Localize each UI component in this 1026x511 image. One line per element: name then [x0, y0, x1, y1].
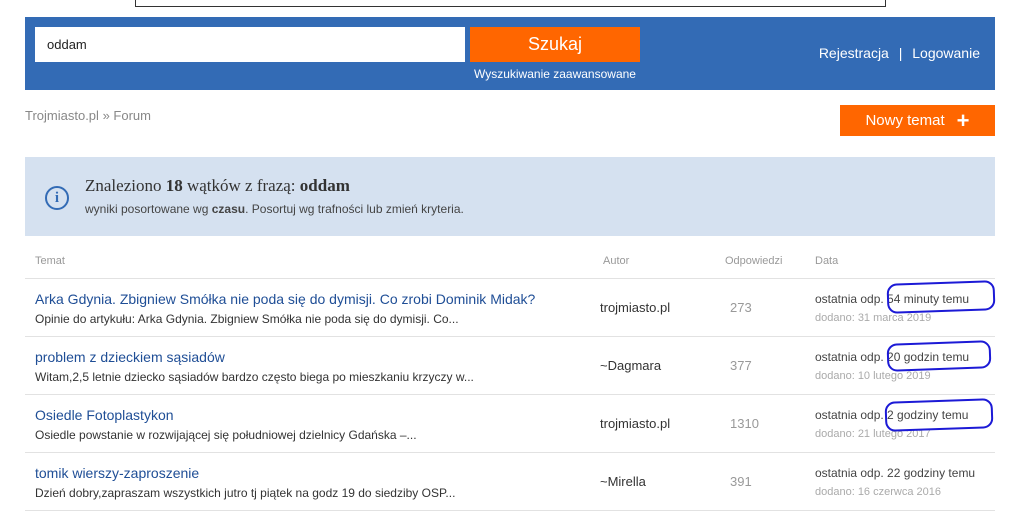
result-summary: Znaleziono 18 wątków z frazą: oddam — [85, 176, 350, 196]
table-row: problem z dzieckiem sąsiadów Witam,2,5 l… — [25, 337, 995, 395]
thread-replies: 273 — [730, 300, 752, 315]
search-input[interactable] — [35, 27, 465, 62]
thread-title[interactable]: Arka Gdynia. Zbigniew Smółka nie poda si… — [35, 291, 535, 307]
breadcrumb-forum[interactable]: Forum — [113, 108, 151, 123]
thread-last-reply[interactable]: ostatnia odp. 54 minuty temu — [815, 292, 969, 306]
login-link[interactable]: Logowanie — [912, 45, 980, 61]
column-topic: Temat — [35, 255, 65, 267]
thread-title[interactable]: problem z dzieckiem sąsiadów — [35, 349, 225, 365]
summary-middle: wątków z frazą: — [186, 176, 296, 195]
thread-snippet: Dzień dobry,zapraszam wszystkich jutro t… — [35, 486, 456, 500]
thread-author[interactable]: ~Dagmara — [600, 358, 661, 373]
thread-replies: 1310 — [730, 416, 759, 431]
new-topic-button[interactable]: Nowy temat + — [840, 105, 995, 136]
search-button[interactable]: Szukaj — [470, 27, 640, 62]
auth-separator: | — [898, 45, 903, 61]
advanced-search-link[interactable]: Wyszukiwanie zaawansowane — [470, 67, 640, 81]
breadcrumb: Trojmiasto.pl » Forum — [25, 108, 151, 123]
thread-snippet: Witam,2,5 letnie dziecko sąsiadów bardzo… — [35, 370, 474, 384]
thread-added-date: dodano: 31 marca 2019 — [815, 312, 932, 324]
thread-author[interactable]: trojmiasto.pl — [600, 300, 670, 315]
thread-last-reply[interactable]: ostatnia odp. 2 godziny temu — [815, 408, 968, 422]
summary-prefix: Znaleziono — [85, 176, 162, 195]
auth-links: Rejestracja | Logowanie — [819, 45, 980, 61]
plus-icon: + — [956, 107, 970, 133]
table-row: Arka Gdynia. Zbigniew Smółka nie poda si… — [25, 279, 995, 337]
thread-title[interactable]: tomik wierszy-zaproszenie — [35, 465, 199, 481]
sort-info: wyniki posortowane wg czasu. Posortuj wg… — [85, 202, 464, 216]
thread-added-date: dodano: 10 lutego 2019 — [815, 370, 931, 382]
thread-author[interactable]: ~Mirella — [600, 474, 646, 489]
info-icon: i — [45, 186, 69, 210]
thread-title[interactable]: Osiedle Fotoplastykon — [35, 407, 174, 423]
thread-replies: 377 — [730, 358, 752, 373]
breadcrumb-home[interactable]: Trojmiasto.pl — [25, 108, 99, 123]
sort-by-time: czasu — [211, 202, 246, 216]
thread-author[interactable]: trojmiasto.pl — [600, 416, 670, 431]
thread-last-reply[interactable]: ostatnia odp. 22 godziny temu — [815, 466, 975, 480]
sort-suffix: . Posortuj wg trafności lub zmień kryter… — [245, 202, 464, 216]
thread-added-date: dodano: 16 czerwca 2016 — [815, 486, 941, 498]
thread-last-reply[interactable]: ostatnia odp. 20 godzin temu — [815, 350, 969, 364]
column-replies: Odpowiedzi — [725, 255, 783, 267]
breadcrumb-separator: » — [102, 108, 110, 123]
table-header: Temat Autor Odpowiedzi Data — [25, 252, 995, 279]
top-frame-edge — [135, 0, 886, 7]
column-author: Autor — [603, 255, 630, 267]
column-date: Data — [815, 255, 839, 267]
result-count: 18 — [165, 176, 183, 195]
thread-snippet: Opinie do artykułu: Arka Gdynia. Zbignie… — [35, 312, 459, 326]
sort-prefix: wyniki posortowane wg — [85, 202, 209, 216]
site-header: Szukaj Wyszukiwanie zaawansowane Rejestr… — [25, 17, 995, 90]
thread-added-date: dodano: 21 lutego 2017 — [815, 428, 931, 440]
table-row: tomik wierszy-zaproszenie Dzień dobry,za… — [25, 453, 995, 511]
thread-replies: 391 — [730, 474, 752, 489]
thread-snippet: Osiedle powstanie w rozwijającej się poł… — [35, 428, 417, 442]
register-link[interactable]: Rejestracja — [819, 45, 889, 61]
new-topic-label: Nowy temat — [865, 112, 945, 129]
search-result-info: i Znaleziono 18 wątków z frazą: oddam wy… — [25, 157, 995, 236]
search-phrase: oddam — [299, 176, 350, 195]
table-row: Osiedle Fotoplastykon Osiedle powstanie … — [25, 395, 995, 453]
